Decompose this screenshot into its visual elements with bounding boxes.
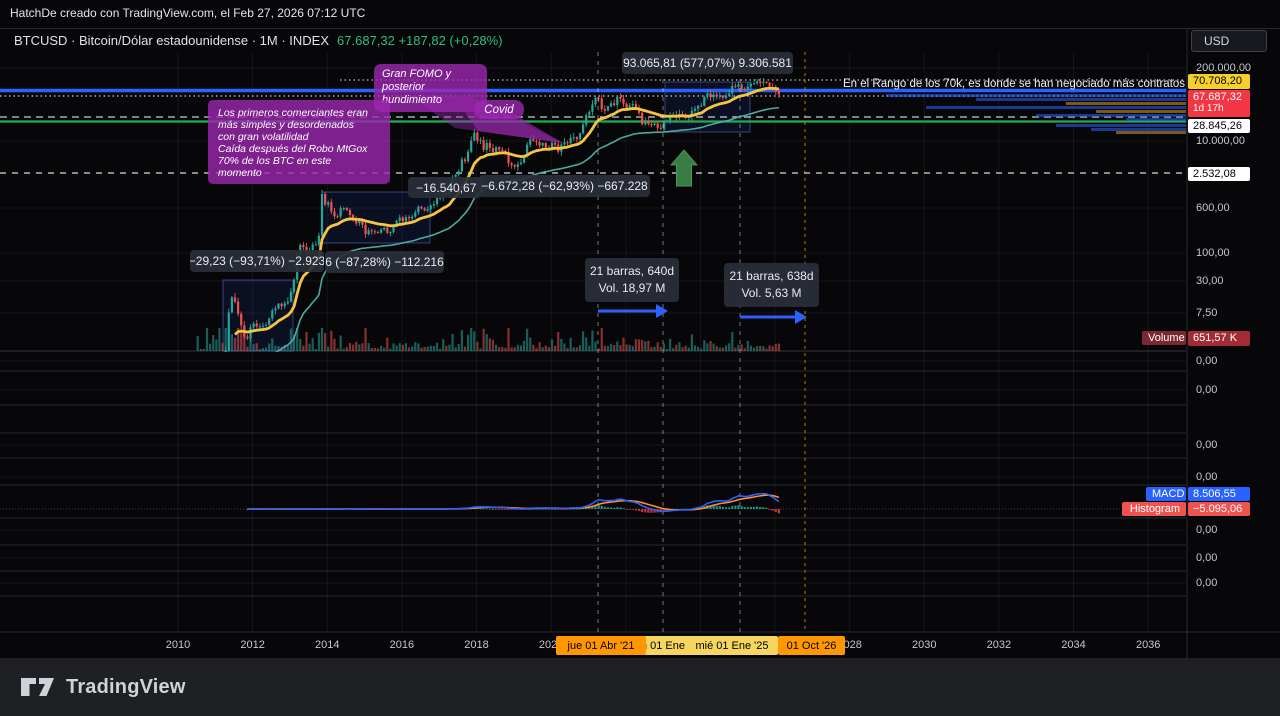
axis-tag-last-price: 67.687,32 1d 17h xyxy=(1188,90,1250,117)
axis-tag-macd: 8.506,55 xyxy=(1188,487,1250,501)
measure-arrows[interactable] xyxy=(598,304,807,324)
axis-tag-volume: 651,57 K xyxy=(1188,331,1250,346)
axis-tag-level-low: 2.532,08 xyxy=(1188,167,1250,181)
tradingview-wordmark: TradingView xyxy=(66,676,186,699)
volume-profile xyxy=(886,94,1186,134)
measure-label-4: 6 (−87,28%) −112.216 xyxy=(325,251,444,273)
measure-label-2: −6.672,28 (−62,93%) −667.228 xyxy=(479,175,650,197)
volume-indicator-label: Volume xyxy=(1142,331,1186,345)
callout-early-traders[interactable]: Los primeros comerciantes eran más simpl… xyxy=(208,100,390,184)
bars-measure-1: 21 barras, 640d Vol. 18,97 M xyxy=(585,258,679,302)
measure-label-1: −16.540,67 ( xyxy=(408,177,482,198)
footer-bar: TradingView xyxy=(0,658,1280,716)
bars-measure-2-line1: 21 barras, 638d xyxy=(729,268,813,285)
callout-range-70k[interactable]: En el Rango de los 70k, es donde se han … xyxy=(843,78,1185,90)
top-divider xyxy=(0,28,1280,29)
chart-canvas[interactable] xyxy=(0,0,1280,716)
green-arrow-marker[interactable] xyxy=(671,150,697,186)
bars-measure-2-line2: Vol. 5,63 M xyxy=(741,285,801,302)
bars-measure-1-line1: 21 barras, 640d xyxy=(590,263,674,280)
tradingview-logo-link[interactable]: TradingView xyxy=(20,674,186,700)
measure-label-3: −29,23 (−93,71%) −2.923 xyxy=(190,250,324,272)
attribution-text: HatchDe creado con TradingView.com, el F… xyxy=(10,6,365,20)
last-price-value: 67.687,32 xyxy=(1193,91,1242,103)
symbol-title: BTCUSD · Bitcoin/Dólar estadounidense · … xyxy=(14,33,329,48)
tradingview-icon xyxy=(20,674,56,700)
bar-countdown: 1d 17h xyxy=(1193,103,1250,114)
callout-gran-fomo[interactable]: Gran FOMO y posterior hundimiento xyxy=(374,64,487,112)
axis-tag-level-mid: 28.845,26 xyxy=(1188,119,1250,133)
currency-select-button[interactable]: USD xyxy=(1191,30,1267,52)
axis-tag-ma-yellow: 70.708,20 xyxy=(1188,74,1250,89)
measure-label-main: 93.065,81 (577,07%) 9.306.581 xyxy=(622,52,793,74)
histogram-indicator-label: Histogram xyxy=(1122,502,1186,516)
symbol-bar: BTCUSD · Bitcoin/Dólar estadounidense · … xyxy=(14,33,503,48)
callout-covid[interactable]: Covid xyxy=(474,100,524,119)
symbol-quote: 67.687,32 +187,82 (+0,28%) xyxy=(337,33,503,48)
axis-tag-histogram: −5.095,06 xyxy=(1188,502,1250,516)
macd-indicator-label: MACD xyxy=(1146,487,1186,501)
bars-measure-1-line2: Vol. 18,97 M xyxy=(599,280,666,297)
bars-measure-2: 21 barras, 638d Vol. 5,63 M xyxy=(724,263,819,307)
